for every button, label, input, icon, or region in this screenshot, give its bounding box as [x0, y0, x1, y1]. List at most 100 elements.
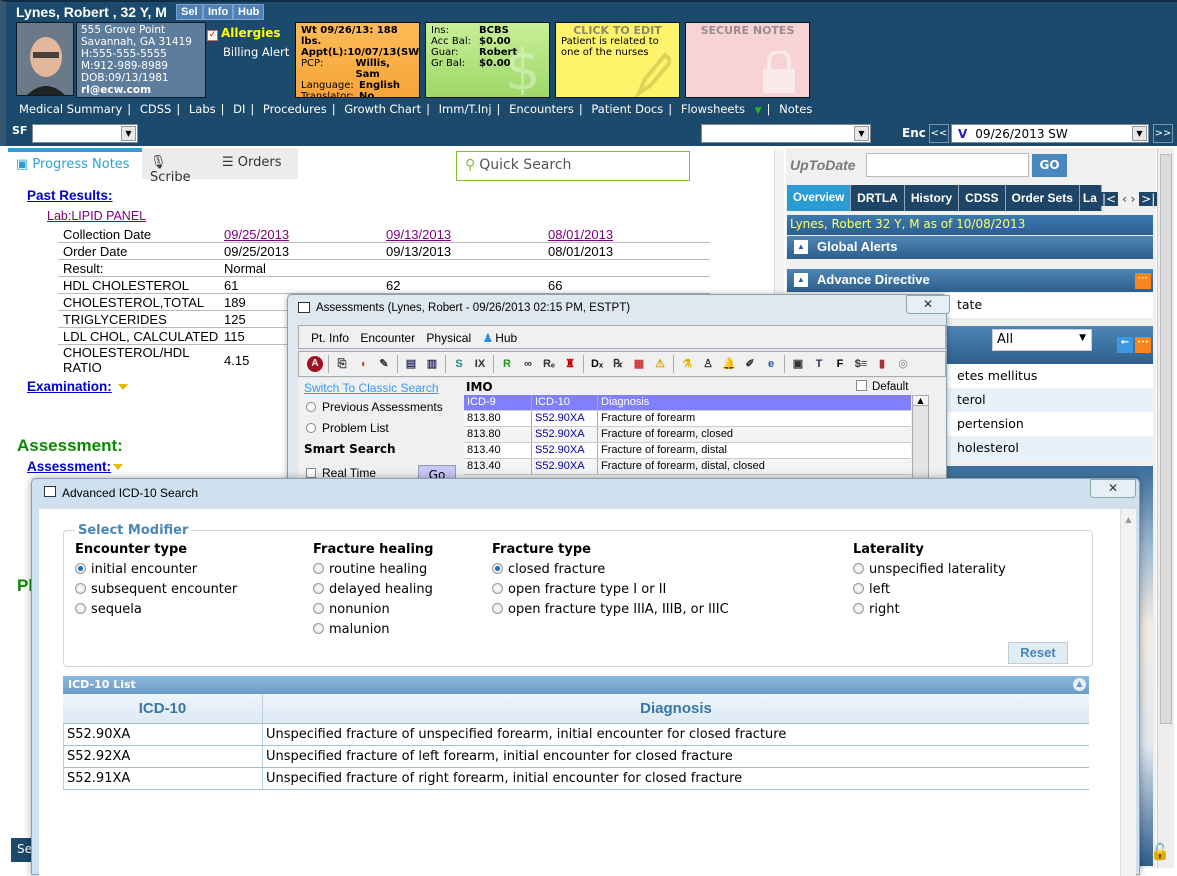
radio-option[interactable]: left [853, 581, 1006, 601]
past-results-link[interactable]: Past Results: [27, 188, 113, 203]
uptodate-go-button[interactable]: GO [1032, 154, 1067, 177]
lab-value[interactable]: 09/13/2013 [386, 226, 548, 242]
secure-notes-card[interactable]: SECURE NOTES [685, 22, 810, 98]
radio-option[interactable]: malunion [313, 621, 433, 641]
problem-filter-select[interactable]: All ▼ [992, 329, 1092, 351]
hub-button[interactable]: Hub [233, 4, 265, 20]
notes-icon[interactable]: ▤ [403, 356, 419, 372]
unlock-icon[interactable]: 🔓 [1150, 842, 1170, 862]
enc-prev-button[interactable]: << [929, 124, 949, 143]
tab-drtla[interactable]: DRTLA [851, 185, 905, 211]
nav-patient-docs[interactable]: Patient Docs [591, 102, 663, 116]
menu-hub[interactable]: Hub [495, 331, 517, 345]
enc-next-button[interactable]: >> [1153, 124, 1173, 143]
sticky-note-card[interactable]: CLICK TO EDIT Patient is related to one … [555, 22, 680, 98]
vitals-card[interactable]: Wt 09/26/13: 188 lbs. Appt(L):10/07/13(S… [295, 22, 420, 98]
back-arrow-icon[interactable]: ← [1117, 337, 1133, 353]
re-icon[interactable]: Rₑ [541, 356, 557, 372]
bottle-icon[interactable]: ♜ [562, 356, 578, 372]
quick-search-input[interactable]: ⚲ Quick Search [456, 151, 690, 181]
disabled-icon[interactable]: ◎ [895, 356, 911, 372]
radio-option[interactable]: subsequent encounter [75, 581, 237, 601]
patient-photo[interactable] [16, 22, 74, 96]
flowsheets-dropdown-icon[interactable]: ▼ [755, 106, 762, 116]
se-icon[interactable]: $≡ [853, 356, 869, 372]
icd10-row[interactable]: S52.91XA Unspecified fracture of right fo… [63, 768, 1089, 790]
tab-progress-notes[interactable]: ▣ Progress Notes [8, 148, 142, 179]
tab-history[interactable]: History [904, 185, 960, 211]
text-icon[interactable]: T [811, 356, 827, 372]
billing-alert[interactable]: Billing Alert [223, 45, 289, 59]
pill-icon[interactable]: ◖ [355, 356, 371, 372]
radio-option[interactable]: delayed healing [313, 581, 433, 601]
ix-icon[interactable]: IX [472, 356, 488, 372]
radio-option[interactable]: closed fracture [492, 561, 729, 581]
expand-icon[interactable] [117, 384, 128, 391]
advanced-scrollbar[interactable]: ▲ [1120, 509, 1136, 876]
sel-button[interactable]: Sel [176, 4, 203, 20]
warning-icon[interactable]: ⚠ [652, 356, 668, 372]
collapse-icon[interactable]: ▲ [1073, 678, 1086, 691]
scroll-up-icon[interactable]: ▲ [1121, 515, 1136, 524]
col-icd10[interactable]: ICD-10 [63, 694, 263, 723]
lab-lipid-panel-link[interactable]: Lab:LIPID PANEL [47, 209, 146, 223]
nav-labs[interactable]: Labs [189, 102, 216, 116]
folder-icon[interactable]: F [832, 356, 848, 372]
prev-tab-icon[interactable]: ‹ [1122, 192, 1127, 206]
tab-cdss[interactable]: CDSS [959, 185, 1006, 211]
menu-pt-info[interactable]: Pt. Info [311, 331, 349, 345]
nav-growth-chart[interactable]: Growth Chart [344, 102, 421, 116]
nav-encounters[interactable]: Encounters [509, 102, 574, 116]
encounter-select[interactable]: V 09/26/2013 SW ▼ [951, 124, 1149, 143]
sf-select[interactable]: ▼ [32, 124, 138, 143]
scrollbar-thumb[interactable] [1160, 154, 1172, 724]
grid-row[interactable]: 813.40 S52.90XA Fracture of forearm, dista… [464, 459, 911, 475]
body-icon[interactable]: ♙ [700, 356, 716, 372]
grid-row[interactable]: 813.80 S52.90XA Fracture of forearm [464, 411, 911, 427]
radio-option[interactable]: open fracture type IIIA, IIIB, or IIIC [492, 601, 729, 621]
pen-icon[interactable]: ✐ [742, 356, 758, 372]
more-icon[interactable]: ··· [1135, 273, 1151, 289]
menu-encounter[interactable]: Encounter [360, 331, 415, 345]
s-icon[interactable]: S [451, 356, 467, 372]
expand-icon[interactable] [113, 464, 124, 471]
assessment-link[interactable]: Assessment: [27, 459, 124, 474]
reset-button[interactable]: Reset [1008, 642, 1068, 664]
glasses-icon[interactable]: ∞ [520, 356, 536, 372]
grid-row[interactable]: 813.40 S52.90XA Fracture of forearm, dista… [464, 443, 911, 459]
bell-icon[interactable]: 🔔 [721, 356, 737, 372]
copy-icon[interactable]: ⎘ [334, 356, 350, 372]
tab-scribe[interactable]: 🎙Scribe [142, 148, 214, 185]
radio-option[interactable]: sequela [75, 601, 237, 621]
nav-notes[interactable]: Notes [779, 102, 812, 116]
menu-physical[interactable]: Physical [426, 331, 471, 345]
collapse-icon[interactable]: ▲ [794, 240, 808, 254]
tab-overview[interactable]: Overview [787, 185, 852, 211]
uptodate-search-input[interactable] [866, 153, 1029, 177]
grid-row[interactable]: 813.80 S52.90XA Fracture of forearm, close… [464, 427, 911, 443]
radio-previous-assessments[interactable]: Previous Assessments [306, 400, 443, 414]
tab-orders[interactable]: ☰ Orders [214, 148, 298, 179]
close-button[interactable]: ✕ [906, 295, 950, 314]
tab-labs[interactable]: La [1079, 185, 1102, 211]
nav-procedures[interactable]: Procedures [263, 102, 327, 116]
classic-search-link[interactable]: Switch To Classic Search [304, 381, 439, 395]
middle-select[interactable]: ▼ [701, 124, 871, 143]
examination-link[interactable]: Examination: [27, 379, 128, 394]
col-icd10[interactable]: ICD-10 [532, 395, 598, 410]
nav-di[interactable]: DI [233, 102, 245, 116]
radio-option[interactable]: routine healing [313, 561, 433, 581]
scroll-up-icon[interactable]: ▲ [913, 396, 928, 406]
nav-medical-summary[interactable]: Medical Summary [19, 102, 122, 116]
allergies-link[interactable]: ✓ Allergies [207, 26, 281, 41]
nav-cdss[interactable]: CDSS [140, 102, 172, 116]
grid-scrollbar[interactable]: ▲ [912, 395, 929, 485]
radio-option[interactable]: right [853, 601, 1006, 621]
col-icd9[interactable]: ICD-9 [464, 395, 532, 410]
collapse-icon[interactable]: ▲ [794, 273, 808, 287]
more-icon[interactable]: ··· [1135, 337, 1151, 353]
ie-icon[interactable]: e [763, 356, 779, 372]
radio-option[interactable]: unspecified laterality [853, 561, 1006, 581]
chart-icon[interactable]: ▥ [424, 356, 440, 372]
lab-value[interactable]: 09/25/2013 [224, 226, 386, 242]
